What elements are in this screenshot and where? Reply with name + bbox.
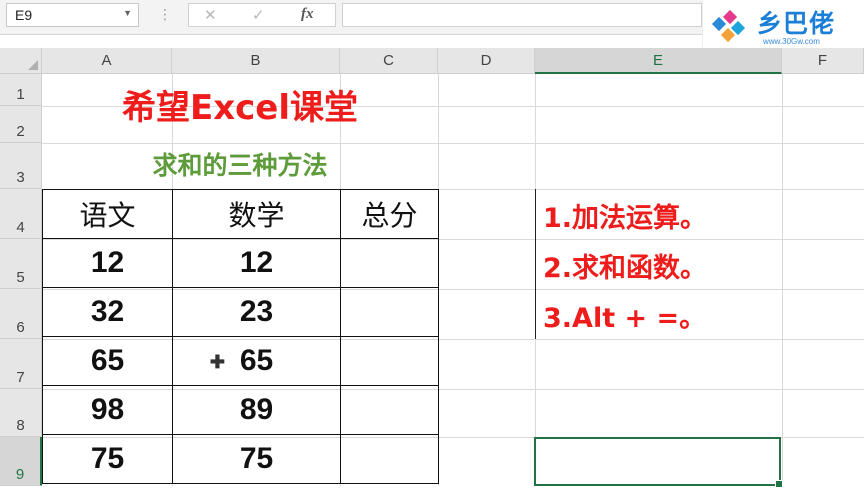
table-cell[interactable] (340, 434, 439, 484)
row-header-5[interactable]: 5 (0, 239, 42, 289)
row-header-9[interactable]: 9 (0, 437, 42, 486)
table-row: 12 12 (42, 238, 439, 288)
logo-icon (711, 9, 746, 43)
plus-cursor-icon: ✚ (209, 352, 225, 372)
table-cell[interactable]: 12 (172, 238, 341, 288)
insert-function-button[interactable]: fx (301, 6, 314, 23)
table-cell-value: 65 (239, 344, 274, 377)
fill-handle[interactable] (775, 480, 783, 488)
table-cell[interactable] (340, 287, 439, 337)
cancel-icon[interactable]: ✕ (204, 6, 217, 24)
row-header-1[interactable]: 1 (0, 74, 42, 106)
table-row: 32 23 (42, 287, 439, 337)
logo-brand: 乡巴佬 (757, 9, 836, 38)
table-header-row: 语文 数学 总分 (42, 189, 439, 239)
table-cell[interactable] (340, 385, 439, 435)
formula-input[interactable] (342, 3, 702, 27)
row-header-8[interactable]: 8 (0, 389, 42, 437)
table-cell[interactable] (340, 238, 439, 288)
table-cell[interactable]: 23 (172, 287, 341, 337)
sheet-subtitle[interactable]: 求和的三种方法 (42, 146, 438, 186)
chevron-down-icon[interactable]: ▼ (123, 8, 132, 18)
header-math[interactable]: 数学 (172, 189, 341, 239)
table-cell[interactable]: 65 (42, 336, 173, 386)
drag-handle-icon[interactable]: ⋮ (158, 7, 172, 23)
column-header-d[interactable]: D (438, 48, 535, 74)
formula-buttons: ✕ ✓ fx (188, 3, 336, 27)
row-header-7[interactable]: 7 (0, 339, 42, 389)
sheet-title[interactable]: 希望Excel课堂 (42, 83, 438, 133)
triangle-icon (28, 60, 38, 70)
selected-cell-e9[interactable] (534, 437, 783, 488)
row-header-6[interactable]: 6 (0, 289, 42, 339)
column-header-a[interactable]: A (42, 48, 172, 74)
name-box[interactable]: E9 ▼ (6, 3, 139, 27)
gridline (42, 143, 864, 144)
table-cell[interactable]: ✚ 65 (172, 336, 341, 386)
header-chinese[interactable]: 语文 (42, 189, 173, 239)
table-cell[interactable]: 75 (172, 434, 341, 484)
cursor-cell: ✚ 65 (210, 344, 274, 378)
row-header-3[interactable]: 3 (0, 143, 42, 189)
column-header-f[interactable]: F (782, 48, 864, 74)
select-all-corner[interactable] (0, 48, 42, 74)
note-method-1[interactable]: 1.加法运算。 (543, 196, 707, 235)
table-cell[interactable]: 98 (42, 385, 173, 435)
table-cell[interactable] (340, 336, 439, 386)
score-table: 语文 数学 总分 12 12 32 23 65 ✚ 65 98 89 75 75 (42, 189, 439, 484)
logo-url: www.30Gw.com (763, 37, 820, 46)
table-cell[interactable]: 32 (42, 287, 173, 337)
table-row: 75 75 (42, 434, 439, 484)
note-method-3[interactable]: 3.Alt + =。 (543, 296, 706, 335)
row-header-4[interactable]: 4 (0, 189, 42, 239)
note-method-2[interactable]: 2.求和函数。 (543, 246, 707, 285)
table-cell[interactable]: 89 (172, 385, 341, 435)
header-total[interactable]: 总分 (340, 189, 439, 239)
name-box-value: E9 (15, 7, 33, 23)
column-header-c[interactable]: C (340, 48, 438, 74)
column-header-e[interactable]: E (535, 48, 782, 74)
table-cell[interactable]: 12 (42, 238, 173, 288)
table-cell[interactable]: 75 (42, 434, 173, 484)
check-icon[interactable]: ✓ (252, 6, 265, 24)
table-row: 98 89 (42, 385, 439, 435)
row-header-2[interactable]: 2 (0, 106, 42, 143)
table-row: 65 ✚ 65 (42, 336, 439, 386)
column-header-b[interactable]: B (172, 48, 340, 74)
